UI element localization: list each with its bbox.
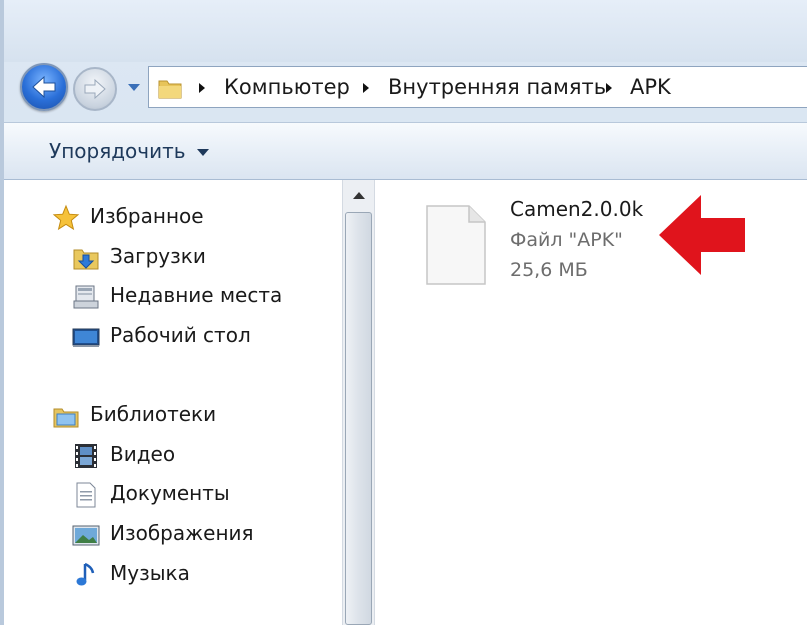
desktop-icon: [72, 328, 100, 347]
command-bar: Упорядочить: [4, 122, 807, 180]
chevron-down-icon[interactable]: [126, 80, 142, 94]
back-button[interactable]: [20, 63, 68, 111]
sidebar-item-label: Загрузки: [110, 244, 206, 268]
breadcrumb-apk[interactable]: APK: [630, 75, 671, 99]
recent-places-icon: [73, 285, 99, 309]
star-icon: [52, 204, 80, 231]
forward-button[interactable]: [73, 67, 117, 111]
breadcrumb-internal-memory[interactable]: Внутренняя память: [388, 75, 606, 99]
sidebar-item-label: Видео: [110, 442, 176, 466]
forward-arrow-icon: [84, 78, 106, 100]
sidebar-item-label: Избранное: [90, 204, 204, 228]
organize-button[interactable]: Упорядочить: [49, 139, 186, 163]
sidebar-item-label: Музыка: [110, 561, 190, 585]
breadcrumb-separator-icon[interactable]: [363, 83, 369, 93]
file-type: Файл "APK": [510, 229, 623, 251]
breadcrumb-separator-icon[interactable]: [199, 83, 205, 93]
scroll-up-arrow-icon[interactable]: [343, 180, 374, 212]
back-arrow-icon: [32, 75, 56, 99]
sidebar-item-label: Недавние места: [110, 283, 283, 307]
file-icon[interactable]: [425, 204, 487, 286]
breadcrumb-separator-icon[interactable]: [606, 83, 612, 93]
red-arrow-icon: [659, 195, 745, 275]
scroll-thumb[interactable]: [345, 212, 372, 625]
sidebar-item-label: Рабочий стол: [110, 323, 251, 347]
images-icon: [72, 525, 100, 546]
sidebar-item-label: Библиотеки: [90, 402, 217, 426]
breadcrumb-computer[interactable]: Компьютер: [224, 75, 350, 99]
libraries-icon: [53, 408, 79, 428]
sidebar-item-label: Изображения: [110, 521, 254, 545]
navigation-scrollbar[interactable]: [342, 180, 375, 625]
file-list: Camen2.0.0k Файл "APK" 25,6 МБ: [375, 180, 807, 625]
chevron-down-icon[interactable]: [197, 149, 209, 156]
music-icon: [76, 562, 95, 586]
sidebar-item-label: Документы: [110, 481, 230, 505]
window-title-area: [0, 0, 807, 62]
navigation-pane: Избранное Загрузки Недавние места Рабочи…: [4, 180, 342, 625]
explorer-window: Компьютер Внутренняя память APK Упорядоч…: [0, 0, 807, 625]
documents-icon: [76, 482, 96, 508]
address-bar[interactable]: Компьютер Внутренняя память APK: [148, 66, 807, 108]
downloads-folder-icon: [73, 249, 99, 270]
folder-icon: [158, 80, 182, 99]
video-icon: [75, 444, 97, 468]
file-name[interactable]: Camen2.0.0k: [510, 197, 643, 221]
file-size: 25,6 МБ: [510, 259, 588, 281]
